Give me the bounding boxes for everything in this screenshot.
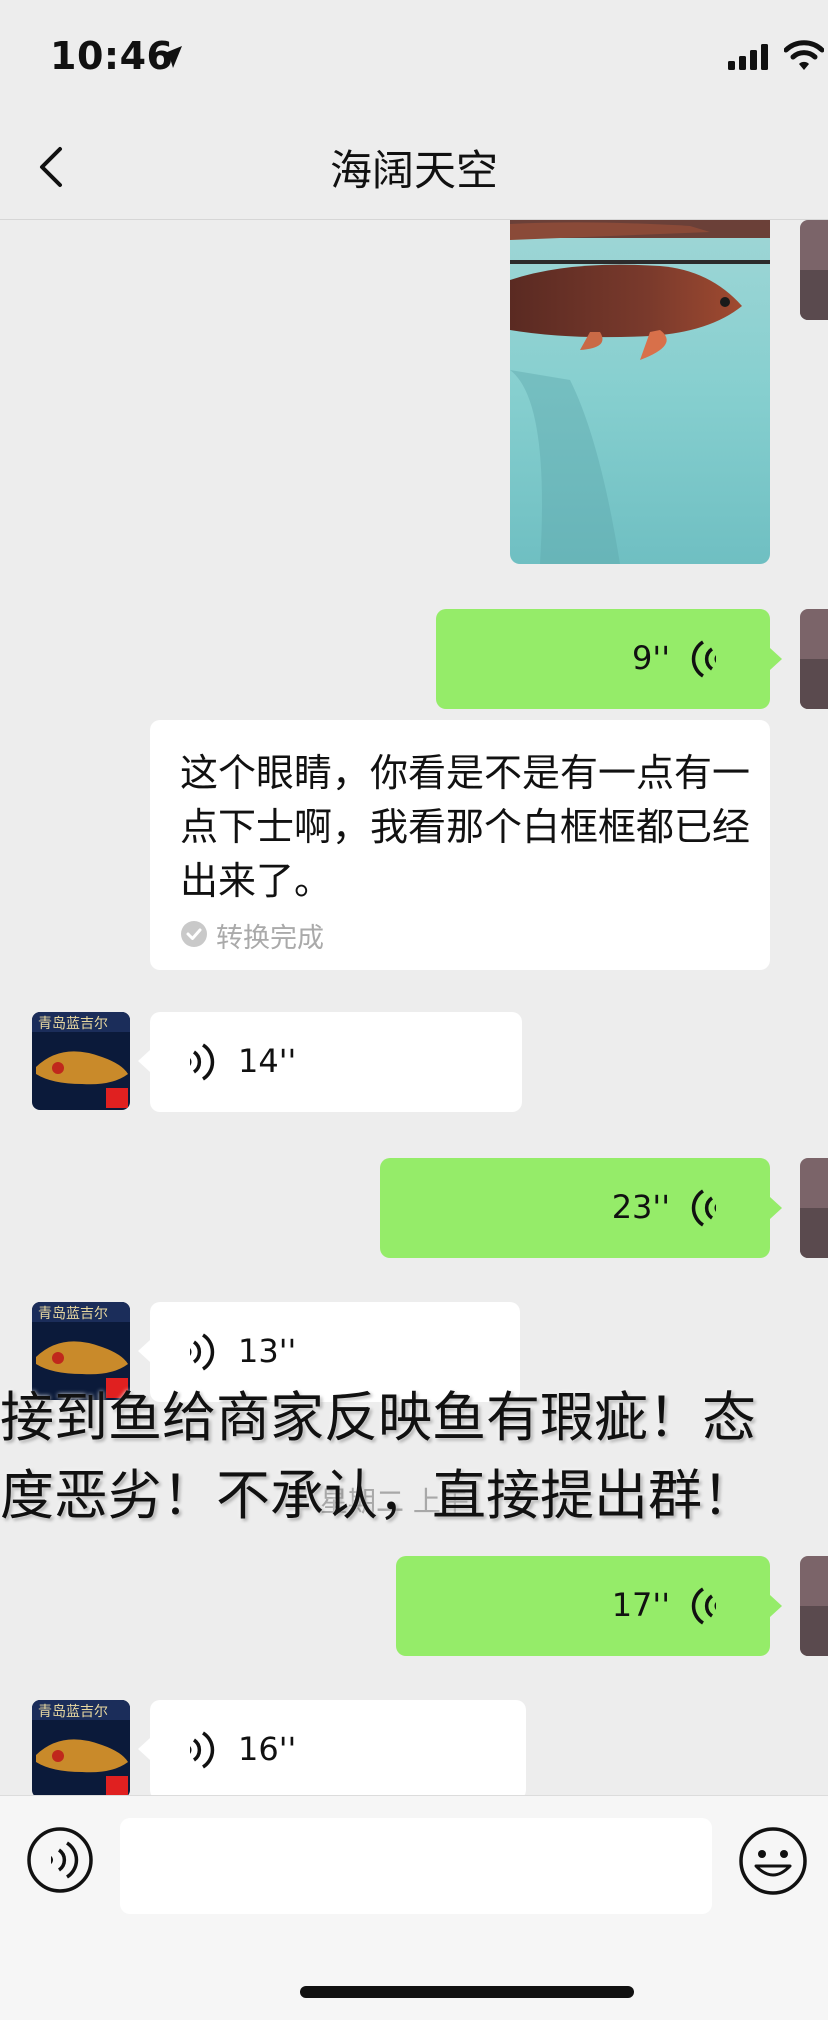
- voice-duration: 13'': [238, 1332, 297, 1370]
- transcript-status: 转换完成: [216, 923, 324, 954]
- voice-duration: 16'': [238, 1730, 297, 1768]
- message-input[interactable]: [120, 1818, 712, 1914]
- chat-area[interactable]: 9'' 这个眼睛，你看是不是有一点有一点下士啊，我看那个白框框都已经出来了。 转…: [0, 220, 828, 1795]
- chat-title: 海阔天空: [329, 146, 498, 195]
- voice-wave-icon: [190, 1043, 215, 1081]
- svg-text:青岛蓝吉尔: 青岛蓝吉尔: [38, 1704, 108, 1720]
- bubble-tail: [770, 648, 782, 670]
- my-avatar[interactable]: [800, 609, 828, 709]
- status-time: 10:46: [50, 34, 174, 78]
- fish-photo-message[interactable]: [510, 220, 770, 564]
- my-avatar[interactable]: [800, 220, 828, 320]
- voice-transcript[interactable]: 这个眼睛，你看是不是有一点有一点下士啊，我看那个白框框都已经出来了。 转换完成: [150, 720, 770, 970]
- my-avatar[interactable]: [800, 1556, 828, 1656]
- voice-wave-icon: [691, 1189, 716, 1227]
- location-arrow-icon: [160, 46, 182, 68]
- voice-duration: 17'': [611, 1586, 670, 1624]
- voice-message-outgoing[interactable]: 9'': [436, 609, 770, 709]
- my-avatar[interactable]: [800, 1158, 828, 1258]
- voice-input-icon[interactable]: [26, 1826, 94, 1894]
- contact-avatar[interactable]: 青岛蓝吉尔: [32, 1012, 130, 1110]
- bubble-tail: [770, 1197, 782, 1219]
- svg-text:青岛蓝吉尔: 青岛蓝吉尔: [38, 1306, 108, 1322]
- voice-message-incoming[interactable]: 14'': [150, 1012, 522, 1112]
- voice-message-incoming[interactable]: 16'': [150, 1700, 526, 1795]
- voice-duration: 23'': [611, 1188, 670, 1226]
- svg-text:青岛蓝吉尔: 青岛蓝吉尔: [38, 1016, 108, 1032]
- fish-photo: [510, 220, 770, 564]
- bubble-tail: [138, 1738, 150, 1760]
- voice-duration: 14'': [238, 1042, 297, 1080]
- voice-message-outgoing[interactable]: 17'': [396, 1556, 770, 1656]
- check-circle-icon: [181, 921, 207, 947]
- contact-avatar[interactable]: 青岛蓝吉尔: [32, 1700, 130, 1795]
- status-bar: 10:46: [0, 0, 828, 115]
- voice-wave-icon: [691, 640, 716, 678]
- voice-message-outgoing[interactable]: 23'': [380, 1158, 770, 1258]
- input-bar: [0, 1795, 828, 2020]
- bubble-tail: [770, 1595, 782, 1617]
- overlay-caption-line1: 接到鱼给商家反映鱼有瑕疵！态: [0, 1386, 756, 1449]
- voice-duration: 9'': [632, 639, 670, 677]
- transcript-text: 这个眼睛，你看是不是有一点有一点下士啊，我看那个白框框都已经出来了。: [180, 751, 751, 903]
- signal-icon: [728, 44, 768, 70]
- chat-header: 海阔天空: [0, 115, 828, 220]
- overlay-caption-line2: 度恶劣！不承认，直接提出群！: [0, 1464, 756, 1527]
- home-indicator[interactable]: [300, 1986, 634, 1998]
- voice-wave-icon: [691, 1587, 716, 1625]
- emoji-icon[interactable]: [738, 1826, 808, 1896]
- bubble-tail: [138, 1050, 150, 1072]
- voice-wave-icon: [190, 1731, 215, 1769]
- bubble-tail: [138, 1340, 150, 1362]
- wifi-icon: [784, 40, 824, 70]
- voice-wave-icon: [190, 1333, 215, 1371]
